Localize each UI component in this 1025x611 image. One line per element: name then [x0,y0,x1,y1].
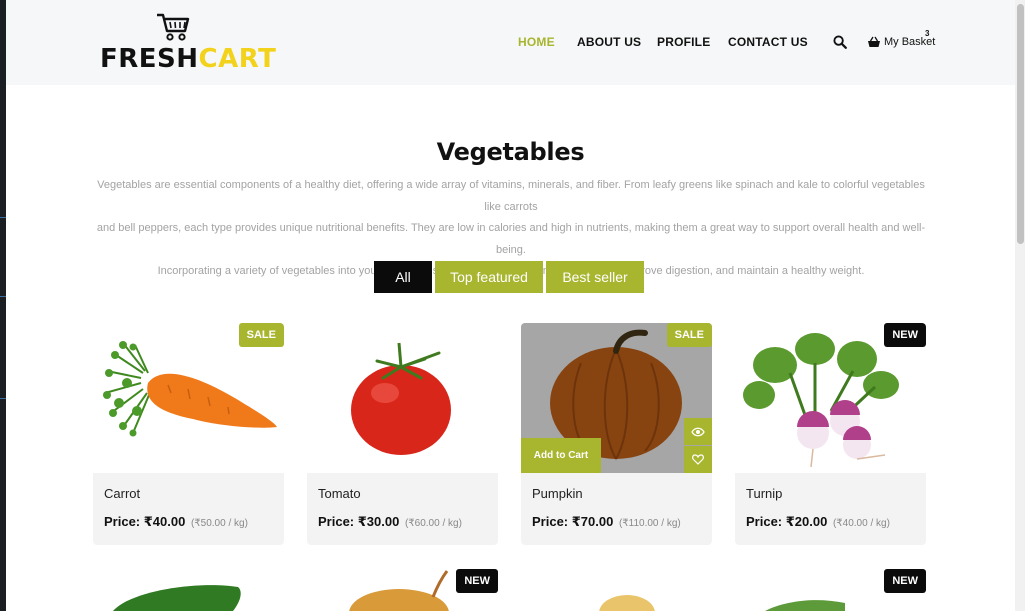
product-old-price: (₹110.00 / kg) [618,518,681,529]
scrollbar-thumb[interactable] [1017,4,1024,244]
basket-count-badge: 3 [925,29,930,38]
product-price: Price: ₹70.00 (₹110.00 / kg) [532,514,681,529]
product-name[interactable]: Carrot [104,486,140,501]
cart-logo-icon [157,13,190,41]
description-line: and bell peppers, each type provides uni… [96,222,926,256]
description-line: Vegetables are essential components of a… [97,179,925,213]
potato-image [599,595,655,611]
product-card-onion[interactable]: NEW [307,567,498,611]
product-name[interactable]: Turnip [746,486,782,501]
sale-badge: SALE [666,323,712,347]
product-card-potato[interactable] [521,567,712,611]
page-title: Vegetables [436,138,585,166]
product-name[interactable]: Pumpkin [532,486,583,501]
sale-badge: SALE [238,323,284,347]
window-edge [0,0,6,611]
site-header: FRESHCART HOME ABOUT US PROFILE CONTACT … [6,0,1015,85]
product-image[interactable] [307,323,498,473]
quick-view-button[interactable] [684,418,712,445]
product-card-carrot[interactable]: SALE Carrot Price: ₹40.00 (₹50.00 / kg) [93,323,284,545]
filter-all-button[interactable]: All [374,261,432,293]
product-card-cucumber[interactable] [93,567,284,611]
basket-icon [868,36,880,47]
product-info: Tomato Price: ₹30.00 (₹60.00 / kg) [307,473,498,545]
search-icon[interactable] [833,35,847,49]
product-old-price: (₹40.00 / kg) [832,518,890,529]
product-card-pumpkin[interactable]: Add to Cart SALE Pumpkin Price: ₹70.00 (… [521,323,712,545]
add-to-cart-button[interactable]: Add to Cart [521,438,601,473]
filter-top-featured-button[interactable]: Top featured [435,261,543,293]
new-badge: NEW [884,323,926,347]
nav-contact-us[interactable]: CONTACT US [728,35,808,51]
product-name[interactable]: Tomato [318,486,361,501]
product-old-price: (₹60.00 / kg) [404,518,462,529]
logo-wordmark: FRESHCART [100,44,277,74]
nav-home[interactable]: HOME [518,35,555,51]
product-card-okra[interactable]: NEW [735,567,926,611]
cucumber-image [113,585,241,611]
nav-profile[interactable]: PROFILE [657,35,710,51]
wishlist-button[interactable] [684,446,712,473]
product-price: Price: ₹40.00 (₹50.00 / kg) [104,514,248,529]
filter-best-seller-button[interactable]: Best seller [546,261,644,293]
product-card-turnip[interactable]: NEW Turnip Price: ₹20.00 (₹40.00 / kg) [735,323,926,545]
page-scrollbar[interactable] [1015,0,1025,611]
eye-icon [691,427,705,436]
product-price: Price: ₹30.00 (₹60.00 / kg) [318,514,462,529]
tomato-image [351,342,451,455]
nav-about-us[interactable]: ABOUT US [577,35,641,51]
new-badge: NEW [456,569,498,593]
basket-button[interactable]: My Basket 3 [867,29,935,50]
heart-icon [692,454,704,465]
product-info: Carrot Price: ₹40.00 (₹50.00 / kg) [93,473,284,545]
product-filter-tabs: All Top featured Best seller [374,261,644,293]
product-info: Pumpkin Price: ₹70.00 (₹110.00 / kg) [521,473,712,545]
product-info: Turnip Price: ₹20.00 (₹40.00 / kg) [735,473,926,545]
product-card-tomato[interactable]: Tomato Price: ₹30.00 (₹60.00 / kg) [307,323,498,545]
freshcart-logo[interactable]: FRESHCART [100,12,276,76]
product-old-price: (₹50.00 / kg) [190,518,248,529]
product-price: Price: ₹20.00 (₹40.00 / kg) [746,514,890,529]
new-badge: NEW [884,569,926,593]
